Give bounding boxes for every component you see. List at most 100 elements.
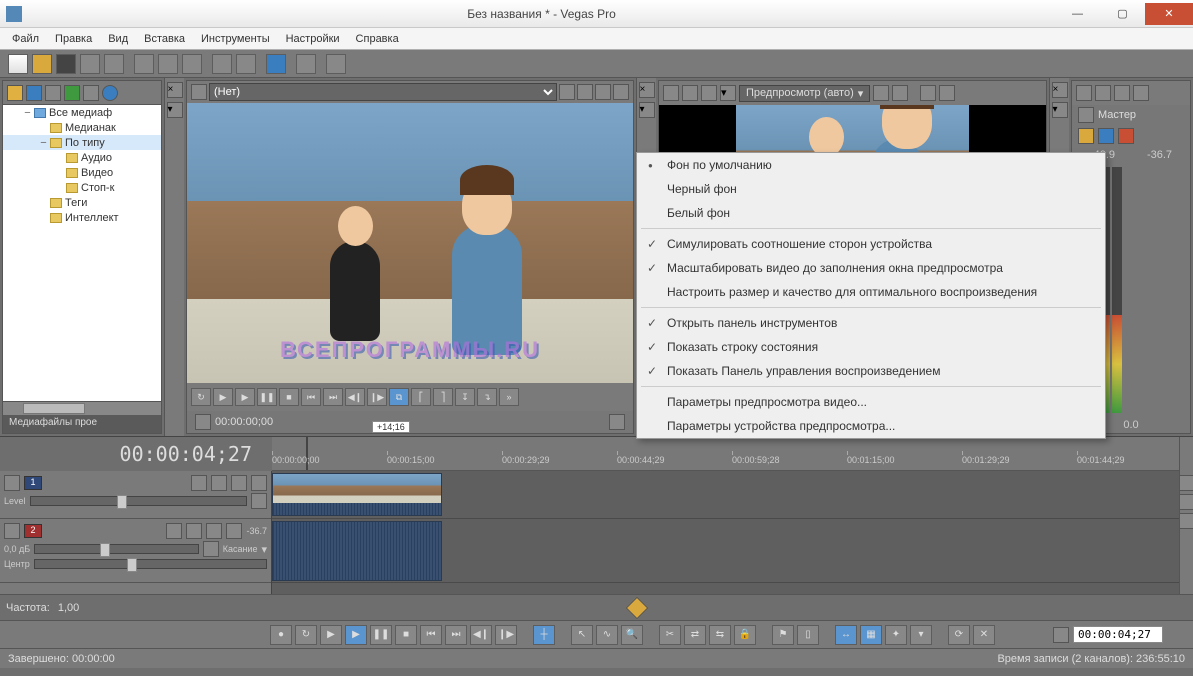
pv-split-icon[interactable] bbox=[701, 85, 717, 101]
expand-panel-icon-3[interactable]: ▾ bbox=[1052, 102, 1068, 118]
cut-icon[interactable] bbox=[134, 54, 154, 74]
menu-help[interactable]: Справка bbox=[348, 30, 407, 48]
insert-icon[interactable]: ↧ bbox=[455, 388, 475, 406]
main-stop-icon[interactable]: ■ bbox=[395, 625, 417, 645]
track-motion-icon[interactable] bbox=[191, 475, 207, 491]
menu-settings[interactable]: Настройки bbox=[278, 30, 348, 48]
loop-play-icon[interactable]: ↻ bbox=[295, 625, 317, 645]
expand-panel-icon-2[interactable]: ▾ bbox=[639, 102, 655, 118]
pv-monitor-icon[interactable] bbox=[682, 85, 698, 101]
main-prev-icon[interactable]: ◀❙ bbox=[470, 625, 492, 645]
tool-select-icon[interactable]: ↖ bbox=[571, 625, 593, 645]
remove-icon[interactable] bbox=[83, 85, 99, 101]
vol-slider[interactable] bbox=[34, 544, 199, 554]
region-icon[interactable]: ▯ bbox=[797, 625, 819, 645]
save-icon[interactable] bbox=[56, 54, 76, 74]
context-menu-item[interactable]: Фон по умолчанию bbox=[637, 153, 1105, 177]
video-clip[interactable] bbox=[272, 473, 442, 516]
context-menu-item[interactable]: Показать Панель управления воспроизведен… bbox=[637, 359, 1105, 383]
render-icon[interactable] bbox=[80, 54, 100, 74]
tree-scrollbar[interactable] bbox=[3, 401, 161, 415]
trimmer-monitor-icon[interactable] bbox=[613, 84, 629, 100]
mark-in-icon[interactable]: ⎡ bbox=[411, 388, 431, 406]
context-menu-item[interactable]: Масштабировать видео до заполнения окна … bbox=[637, 256, 1105, 280]
comp-mode-icon[interactable] bbox=[251, 493, 267, 509]
automation-mode[interactable]: Касание bbox=[223, 544, 258, 554]
trimmer-fx-icon[interactable] bbox=[559, 84, 575, 100]
master-dim-icon[interactable] bbox=[1114, 85, 1130, 101]
add-video-icon[interactable]: ⧉ bbox=[389, 388, 409, 406]
main-start-icon[interactable]: ⏮ bbox=[420, 625, 442, 645]
redo-icon[interactable] bbox=[236, 54, 256, 74]
master-meter-icon[interactable] bbox=[1133, 85, 1149, 101]
scrub-handle-icon[interactable] bbox=[626, 596, 649, 619]
snap-icon[interactable] bbox=[266, 54, 286, 74]
track2-solo-icon[interactable] bbox=[206, 523, 222, 539]
main-next-icon[interactable]: ❙▶ bbox=[495, 625, 517, 645]
normal-edit-icon[interactable]: ┼ bbox=[533, 625, 555, 645]
audio-track[interactable] bbox=[272, 519, 1179, 583]
context-menu-item[interactable]: Показать строку состояния bbox=[637, 335, 1105, 359]
main-pause-icon[interactable]: ❚❚ bbox=[370, 625, 392, 645]
play-icon[interactable]: ▶ bbox=[213, 388, 233, 406]
help-icon[interactable] bbox=[326, 54, 346, 74]
tl-tool-3[interactable] bbox=[1179, 513, 1193, 529]
tool-lock-icon[interactable]: 🔒 bbox=[734, 625, 756, 645]
track-more-icon[interactable] bbox=[251, 475, 267, 491]
snap-grid-icon[interactable]: ▦ bbox=[860, 625, 882, 645]
play-all-icon[interactable]: ▶ bbox=[320, 625, 342, 645]
play-from-start-icon[interactable]: ▶ bbox=[235, 388, 255, 406]
tree-item[interactable]: Медианак bbox=[3, 120, 161, 135]
audio-track-header[interactable]: 2 -36.7 0,0 дБ Касание ▾ Центр bbox=[0, 519, 271, 583]
menu-tools[interactable]: Инструменты bbox=[193, 30, 278, 48]
audio-clip[interactable] bbox=[272, 521, 442, 581]
track-solo-icon[interactable] bbox=[231, 475, 247, 491]
paste-icon[interactable] bbox=[182, 54, 202, 74]
track2-arm-icon[interactable] bbox=[166, 523, 182, 539]
properties-icon[interactable] bbox=[104, 54, 124, 74]
trimmer-marker-icon[interactable] bbox=[609, 414, 625, 430]
brush-icon[interactable] bbox=[296, 54, 316, 74]
track-mute-icon[interactable] bbox=[211, 475, 227, 491]
pv-fx-icon[interactable] bbox=[663, 85, 679, 101]
close-button[interactable]: ✕ bbox=[1145, 3, 1193, 25]
playhead[interactable] bbox=[306, 437, 308, 470]
tree-item[interactable]: Аудио bbox=[3, 150, 161, 165]
context-menu-item[interactable]: Параметры устройства предпросмотра... bbox=[637, 414, 1105, 438]
menu-file[interactable]: Файл bbox=[4, 30, 47, 48]
maximize-button[interactable]: ▢ bbox=[1100, 3, 1145, 25]
menu-insert[interactable]: Вставка bbox=[136, 30, 193, 48]
video-track[interactable] bbox=[272, 471, 1179, 519]
mark-out-icon[interactable]: ⎤ bbox=[433, 388, 453, 406]
pan-slider[interactable] bbox=[34, 559, 267, 569]
pause-icon[interactable]: ❚❚ bbox=[257, 388, 277, 406]
prev-frame-icon[interactable]: ◀❙ bbox=[345, 388, 365, 406]
tl-tool-2[interactable] bbox=[1179, 494, 1193, 510]
go-start-icon[interactable]: ⏮ bbox=[301, 388, 321, 406]
undo-icon[interactable] bbox=[212, 54, 232, 74]
next-frame-icon[interactable]: ❙▶ bbox=[367, 388, 387, 406]
tree-item[interactable]: Стоп-к bbox=[3, 180, 161, 195]
record-icon[interactable]: ● bbox=[270, 625, 292, 645]
pv-copy-icon[interactable] bbox=[920, 85, 936, 101]
trimmer-video[interactable]: ВСЕПРОГРАММЫ.RU bbox=[187, 103, 633, 383]
auto-crossfade-icon[interactable]: ✕ bbox=[973, 625, 995, 645]
marker-icon[interactable]: ⚑ bbox=[772, 625, 794, 645]
master-solo-icon[interactable] bbox=[1118, 128, 1134, 144]
open-icon[interactable] bbox=[32, 54, 52, 74]
overwrite-icon[interactable]: ↴ bbox=[477, 388, 497, 406]
close-panel-icon-2[interactable]: × bbox=[639, 82, 655, 98]
tree-item[interactable]: Интеллект bbox=[3, 210, 161, 225]
context-menu-item[interactable]: Симулировать соотношение сторон устройст… bbox=[637, 232, 1105, 256]
track2-fx-icon[interactable] bbox=[4, 523, 20, 539]
tool-envelope-icon[interactable]: ∿ bbox=[596, 625, 618, 645]
loop-icon[interactable]: ↻ bbox=[191, 388, 211, 406]
track2-phase-icon[interactable] bbox=[226, 523, 242, 539]
main-end-icon[interactable]: ⏭ bbox=[445, 625, 467, 645]
track-content[interactable] bbox=[272, 471, 1179, 594]
go-end-icon[interactable]: ⏭ bbox=[323, 388, 343, 406]
new-project-icon[interactable] bbox=[8, 54, 28, 74]
minimize-button[interactable]: — bbox=[1055, 3, 1100, 25]
master-fx-icon[interactable] bbox=[1078, 128, 1094, 144]
video-level-slider[interactable] bbox=[30, 496, 247, 506]
